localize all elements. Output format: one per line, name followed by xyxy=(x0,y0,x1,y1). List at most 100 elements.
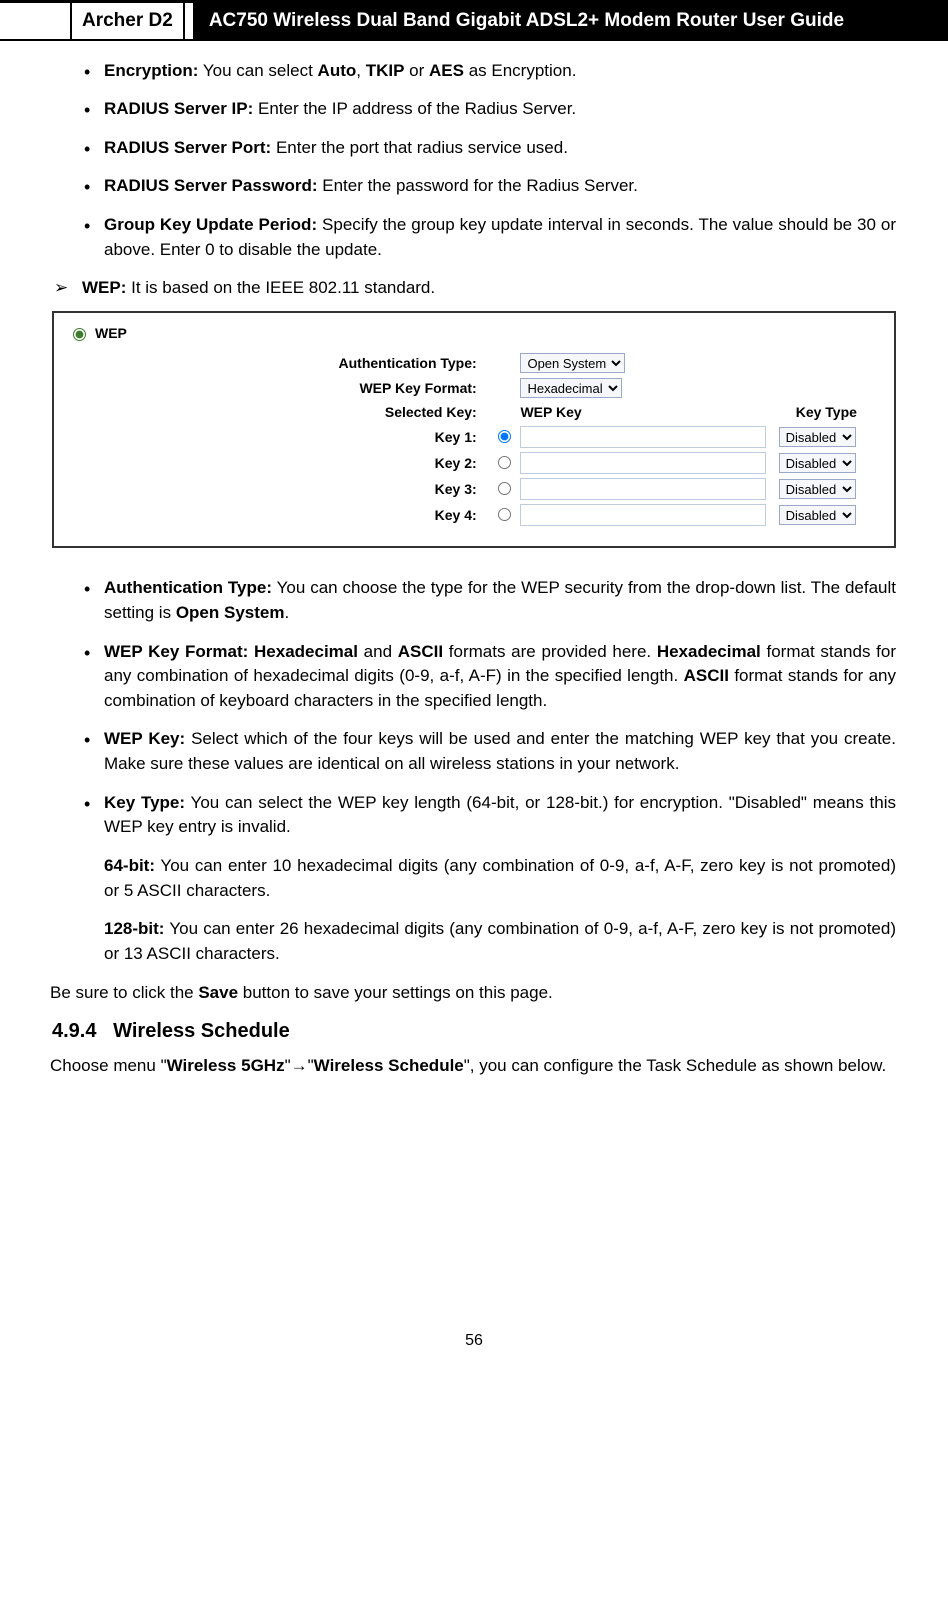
t: button to save your settings on this pag… xyxy=(238,983,553,1002)
sub-64bit: 64-bit: You can enter 10 hexadecimal dig… xyxy=(104,854,896,903)
label: RADIUS Server IP: xyxy=(104,99,253,118)
key3-label: Key 3: xyxy=(288,479,487,499)
key4-type-select[interactable]: Disabled xyxy=(779,505,856,525)
mid-bullet-list: Authentication Type: You can choose the … xyxy=(52,576,896,840)
section-number: 4.9.4 xyxy=(52,1020,96,1042)
t: You can select xyxy=(198,61,317,80)
t: ", you can configure the Task Schedule a… xyxy=(464,1056,887,1075)
bullet-key-type: Key Type: You can select the WEP key len… xyxy=(84,791,896,840)
l: WEP Key: xyxy=(104,729,185,748)
l: 64-bit: xyxy=(104,856,155,875)
fmt-label: WEP Key Format: xyxy=(288,378,487,398)
label: Encryption: xyxy=(104,61,198,80)
wep-format-select[interactable]: Hexadecimal xyxy=(520,378,622,398)
sub-128bit: 128-bit: You can enter 26 hexadecimal di… xyxy=(104,917,896,966)
key3-radio[interactable] xyxy=(498,482,511,495)
bullet-wep-key: WEP Key: Select which of the four keys w… xyxy=(84,727,896,776)
t: It is based on the IEEE 802.11 standard. xyxy=(126,278,435,297)
t: , xyxy=(356,61,365,80)
t: as Encryption. xyxy=(464,61,576,80)
t: ASCII xyxy=(398,642,443,661)
wep-radio-row: WEP xyxy=(68,323,874,343)
l: 128-bit: xyxy=(104,919,164,938)
wep-radio-label: WEP xyxy=(95,323,127,343)
t: and xyxy=(358,642,398,661)
bullet-encryption: Encryption: You can select Auto, TKIP or… xyxy=(84,59,896,84)
bullet-radius-port: RADIUS Server Port: Enter the port that … xyxy=(84,136,896,161)
key1-input[interactable] xyxy=(520,426,766,448)
page-number: 56 xyxy=(0,1329,948,1382)
selkey-label: Selected Key: xyxy=(288,402,487,422)
key2-label: Key 2: xyxy=(288,453,487,473)
t: ASCII xyxy=(684,666,729,685)
guide-title: AC750 Wireless Dual Band Gigabit ADSL2+ … xyxy=(193,3,948,39)
l: WEP Key Format: xyxy=(104,642,248,661)
section-title: Wireless Schedule xyxy=(113,1020,290,1042)
key2-type-select[interactable]: Disabled xyxy=(779,453,856,473)
t: TKIP xyxy=(366,61,405,80)
key1-radio[interactable] xyxy=(498,430,511,443)
page-body: Encryption: You can select Auto, TKIP or… xyxy=(0,41,948,1079)
wep-form: Authentication Type: Open System WEP Key… xyxy=(288,353,874,526)
bullet-radius-password: RADIUS Server Password: Enter the passwo… xyxy=(84,174,896,199)
label: RADIUS Server Password: xyxy=(104,176,318,195)
save-note: Be sure to click the Save button to save… xyxy=(50,981,896,1006)
t: You can enter 10 hexadecimal digits (any… xyxy=(104,856,896,900)
schedule-note: Choose menu "Wireless 5GHz"→"Wireless Sc… xyxy=(50,1054,896,1079)
bullet-group-key: Group Key Update Period: Specify the gro… xyxy=(84,213,896,262)
t: Enter the port that radius service used. xyxy=(271,138,568,157)
bullet-auth-type: Authentication Type: You can choose the … xyxy=(84,576,896,625)
t: You can enter 26 hexadecimal digits (any… xyxy=(104,919,896,963)
row-header: Selected Key: WEP Key Key Type xyxy=(288,402,874,422)
t: formats are provided here. xyxy=(443,642,657,661)
t: Auto xyxy=(318,61,357,80)
keytype-head: Key Type xyxy=(779,402,874,422)
t: Select which of the four keys will be us… xyxy=(104,729,896,773)
label: WEP: xyxy=(82,278,126,297)
t: Save xyxy=(198,983,238,1002)
row-key2: Key 2: Disabled xyxy=(288,452,874,474)
t: Hexadecimal xyxy=(657,642,761,661)
l: Authentication Type: xyxy=(104,578,272,597)
key1-type-select[interactable]: Disabled xyxy=(779,427,856,447)
t: . xyxy=(284,603,289,622)
label: RADIUS Server Port: xyxy=(104,138,271,157)
t: Be sure to click the xyxy=(50,983,198,1002)
top-bullet-list: Encryption: You can select Auto, TKIP or… xyxy=(52,59,896,263)
key2-radio[interactable] xyxy=(498,456,511,469)
t: You can select the WEP key length (64-bi… xyxy=(104,793,896,837)
t: Wireless Schedule xyxy=(314,1056,464,1075)
key1-label: Key 1: xyxy=(288,427,487,447)
bullet-wep-format: WEP Key Format: Hexadecimal and ASCII fo… xyxy=(84,640,896,714)
key4-label: Key 4: xyxy=(288,505,487,525)
t: Enter the IP address of the Radius Serve… xyxy=(253,99,576,118)
row-key4: Key 4: Disabled xyxy=(288,504,874,526)
t: Choose menu " xyxy=(50,1056,167,1075)
wep-mode-radio[interactable] xyxy=(73,328,86,341)
key2-input[interactable] xyxy=(520,452,766,474)
key4-input[interactable] xyxy=(520,504,766,526)
t: or xyxy=(404,61,429,80)
key3-type-select[interactable]: Disabled xyxy=(779,479,856,499)
row-auth: Authentication Type: Open System xyxy=(288,353,874,373)
t: Enter the password for the Radius Server… xyxy=(318,176,638,195)
t: AES xyxy=(429,61,464,80)
l: Key Type: xyxy=(104,793,185,812)
page-header: Archer D2 AC750 Wireless Dual Band Gigab… xyxy=(0,0,948,41)
auth-type-select[interactable]: Open System xyxy=(520,353,625,373)
row-key3: Key 3: Disabled xyxy=(288,478,874,500)
t: Open System xyxy=(176,603,285,622)
arrow-icon: → xyxy=(291,1056,308,1075)
label: Group Key Update Period: xyxy=(104,215,317,234)
key4-radio[interactable] xyxy=(498,508,511,521)
row-key1: Key 1: Disabled xyxy=(288,426,874,448)
key3-input[interactable] xyxy=(520,478,766,500)
wep-settings-screenshot: WEP Authentication Type: Open System WEP… xyxy=(52,311,896,548)
row-format: WEP Key Format: Hexadecimal xyxy=(288,378,874,398)
t: Hexadecimal xyxy=(254,642,358,661)
t: Wireless 5GHz xyxy=(167,1056,285,1075)
bullet-radius-ip: RADIUS Server IP: Enter the IP address o… xyxy=(84,97,896,122)
section-heading: 4.9.4 Wireless Schedule xyxy=(52,1017,896,1046)
wep-arrow-item: WEP: It is based on the IEEE 802.11 stan… xyxy=(52,276,896,301)
model-label: Archer D2 xyxy=(70,1,185,41)
